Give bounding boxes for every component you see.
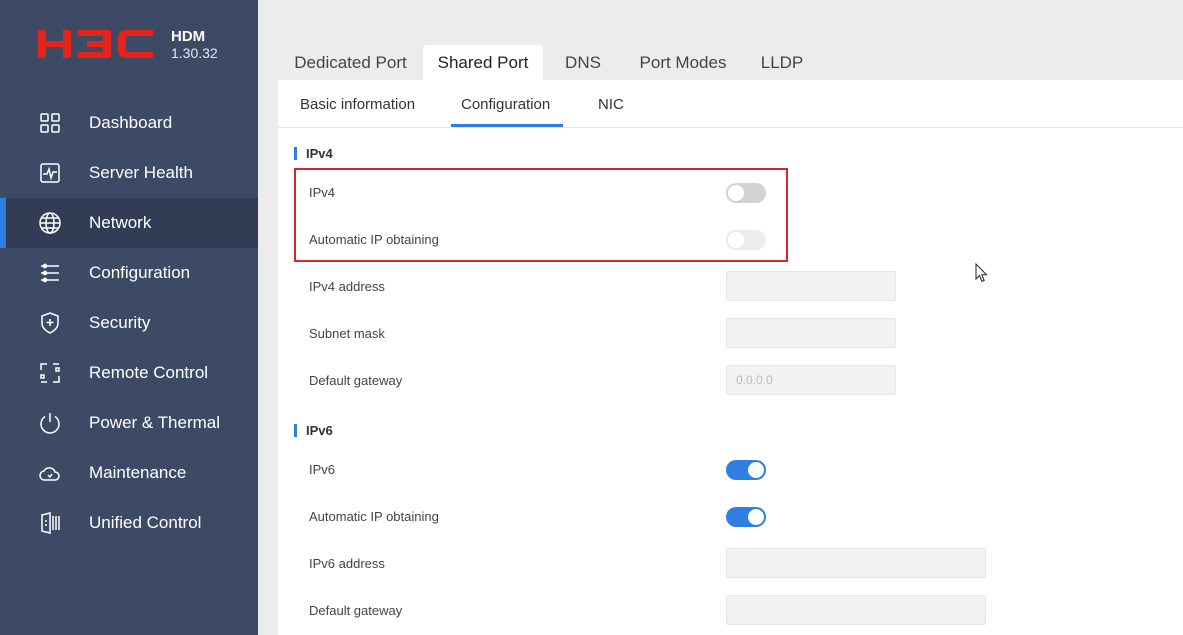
ipv6-auto-ip-toggle[interactable] (726, 507, 766, 527)
sidebar-item-network[interactable]: Network (0, 198, 258, 248)
ipv6-gateway-field[interactable] (726, 595, 986, 625)
sidebar: HDM 1.30.32 Dashboard Server Health Netw… (0, 0, 258, 635)
sidebar-item-security[interactable]: Security (0, 298, 258, 348)
subnet-mask-field[interactable] (726, 318, 896, 348)
subnet-mask-label: Subnet mask (309, 326, 385, 341)
sidebar-item-maintenance[interactable]: Maintenance (0, 448, 258, 498)
maintenance-cloud-icon (38, 461, 62, 485)
sidebar-item-label: Network (89, 213, 152, 232)
power-icon (38, 411, 62, 435)
sidebar-item-unified-control[interactable]: Unified Control (0, 498, 258, 548)
sidebar-item-label: Unified Control (89, 513, 202, 532)
sidebar-item-label: Remote Control (89, 363, 209, 382)
ipv4-address-label: IPv4 address (309, 279, 385, 294)
ipv6-address-label: IPv6 address (309, 556, 385, 571)
active-subtab-indicator (451, 124, 563, 127)
ipv6-address-field[interactable] (726, 548, 986, 578)
mouse-cursor-icon (975, 263, 988, 283)
sidebar-item-power-thermal[interactable]: Power & Thermal (0, 398, 258, 448)
sidebar-item-label: Maintenance (89, 463, 187, 482)
subtab-basic-information[interactable]: Basic information (300, 96, 415, 113)
subtab-nic[interactable]: NIC (598, 96, 624, 113)
sidebar-item-server-health[interactable]: Server Health (0, 148, 258, 198)
ipv6-auto-ip-label: Automatic IP obtaining (309, 509, 439, 524)
ipv6-section-title: IPv6 (294, 423, 333, 438)
sidebar-item-configuration[interactable]: Configuration (0, 248, 258, 298)
tab-dns[interactable]: DNS (553, 45, 613, 80)
sidebar-item-label: Configuration (89, 263, 191, 282)
ipv6-gateway-label: Default gateway (309, 603, 403, 618)
sidebar-item-dashboard[interactable]: Dashboard (0, 98, 258, 148)
tab-lldp[interactable]: LLDP (753, 45, 811, 80)
shield-plus-icon (38, 311, 62, 335)
product-name: HDM (171, 28, 206, 45)
remote-control-icon (38, 361, 62, 385)
sidebar-item-label: Server Health (89, 163, 193, 182)
ipv4-address-field[interactable] (726, 271, 896, 301)
tab-shared-port[interactable]: Shared Port (423, 45, 543, 80)
main-panel: Basic information Configuration NIC IPv4… (278, 80, 1183, 635)
ipv4-gateway-label: Default gateway (309, 373, 403, 388)
sidebar-nav: Dashboard Server Health Network Configur… (0, 98, 258, 548)
h3c-logo (38, 30, 153, 58)
configuration-icon (38, 261, 62, 285)
ipv4-section-title: IPv4 (294, 146, 333, 161)
sidebar-item-label: Security (89, 313, 151, 332)
tab-port-modes[interactable]: Port Modes (628, 45, 738, 80)
ipv4-gateway-field[interactable]: 0.0.0.0 (726, 365, 896, 395)
product-version: 1.30.32 (171, 45, 218, 61)
highlight-annotation-box (294, 168, 788, 262)
toggle-knob (748, 509, 764, 525)
unified-control-icon (38, 511, 62, 535)
server-health-icon (38, 161, 62, 185)
subtab-configuration[interactable]: Configuration (461, 96, 550, 113)
sidebar-item-label: Power & Thermal (89, 413, 221, 432)
sub-tabs: Basic information Configuration NIC (278, 80, 1183, 128)
sidebar-item-label: Dashboard (89, 113, 173, 132)
globe-icon (38, 211, 62, 235)
dashboard-icon (38, 111, 62, 135)
sidebar-item-remote-control[interactable]: Remote Control (0, 348, 258, 398)
ipv6-enable-label: IPv6 (309, 462, 336, 477)
tab-dedicated-port[interactable]: Dedicated Port (278, 45, 423, 80)
toggle-knob (748, 462, 764, 478)
ipv6-enable-toggle[interactable] (726, 460, 766, 480)
